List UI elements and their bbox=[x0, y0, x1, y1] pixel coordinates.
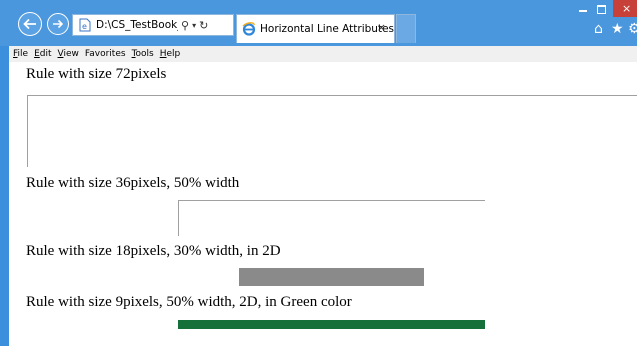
page-icon: e bbox=[77, 17, 93, 33]
horizontal-rule-9px-green bbox=[178, 320, 485, 329]
svg-text:e: e bbox=[82, 22, 87, 31]
address-text[interactable]: D:\CS_TestBook_Final\ bbox=[96, 19, 178, 31]
rule-label-36px: Rule with size 36pixels, 50% width bbox=[26, 175, 240, 191]
search-icon[interactable]: ⚲ bbox=[181, 19, 189, 32]
back-button[interactable] bbox=[18, 12, 42, 36]
back-arrow-icon bbox=[23, 18, 36, 30]
horizontal-rule-36px bbox=[178, 200, 485, 236]
menu-edit[interactable]: Edit bbox=[34, 49, 57, 59]
gear-icon[interactable]: ⚙ bbox=[628, 22, 637, 36]
ie-icon bbox=[242, 22, 256, 37]
maximize-button[interactable] bbox=[591, 2, 611, 16]
forward-arrow-icon bbox=[53, 19, 64, 29]
page-content: Rule with size 72pixels Rule with size 3… bbox=[9, 62, 637, 346]
horizontal-rule-72px bbox=[27, 95, 637, 167]
window-left-border bbox=[0, 46, 9, 346]
menu-favorites[interactable]: Favorites bbox=[85, 49, 132, 59]
menu-bar: File Edit View Favorites Tools Help bbox=[9, 46, 637, 62]
rule-label-72px: Rule with size 72pixels bbox=[26, 66, 167, 82]
refresh-icon[interactable]: ↻ bbox=[199, 19, 208, 32]
star-icon[interactable]: ★ bbox=[611, 22, 624, 36]
home-icon[interactable]: ⌂ bbox=[594, 22, 603, 36]
tab-title: Horizontal Line Attributes bbox=[260, 23, 395, 35]
menu-help[interactable]: Help bbox=[160, 49, 187, 59]
rule-label-18px: Rule with size 18pixels, 30% width, in 2… bbox=[26, 243, 281, 259]
tab-close-icon[interactable]: × bbox=[377, 21, 386, 34]
minimize-button[interactable] bbox=[573, 2, 593, 16]
close-window-button[interactable]: × bbox=[613, 0, 637, 17]
menu-tools[interactable]: Tools bbox=[132, 49, 160, 59]
menu-file[interactable]: File bbox=[13, 49, 34, 59]
horizontal-rule-18px bbox=[239, 268, 424, 286]
forward-button[interactable] bbox=[47, 13, 69, 35]
title-bar: e D:\CS_TestBook_Final\ ⚲ ▾ ↻ Horizontal… bbox=[0, 0, 637, 46]
address-bar[interactable]: e D:\CS_TestBook_Final\ ⚲ ▾ ↻ bbox=[72, 14, 234, 36]
menu-view[interactable]: View bbox=[58, 49, 85, 59]
tab-horizontal-line-attributes[interactable]: Horizontal Line Attributes × bbox=[236, 14, 395, 43]
dropdown-icon[interactable]: ▾ bbox=[192, 21, 196, 30]
rule-label-9px: Rule with size 9pixels, 50% width, 2D, i… bbox=[26, 294, 352, 310]
new-tab-button[interactable] bbox=[396, 14, 416, 43]
